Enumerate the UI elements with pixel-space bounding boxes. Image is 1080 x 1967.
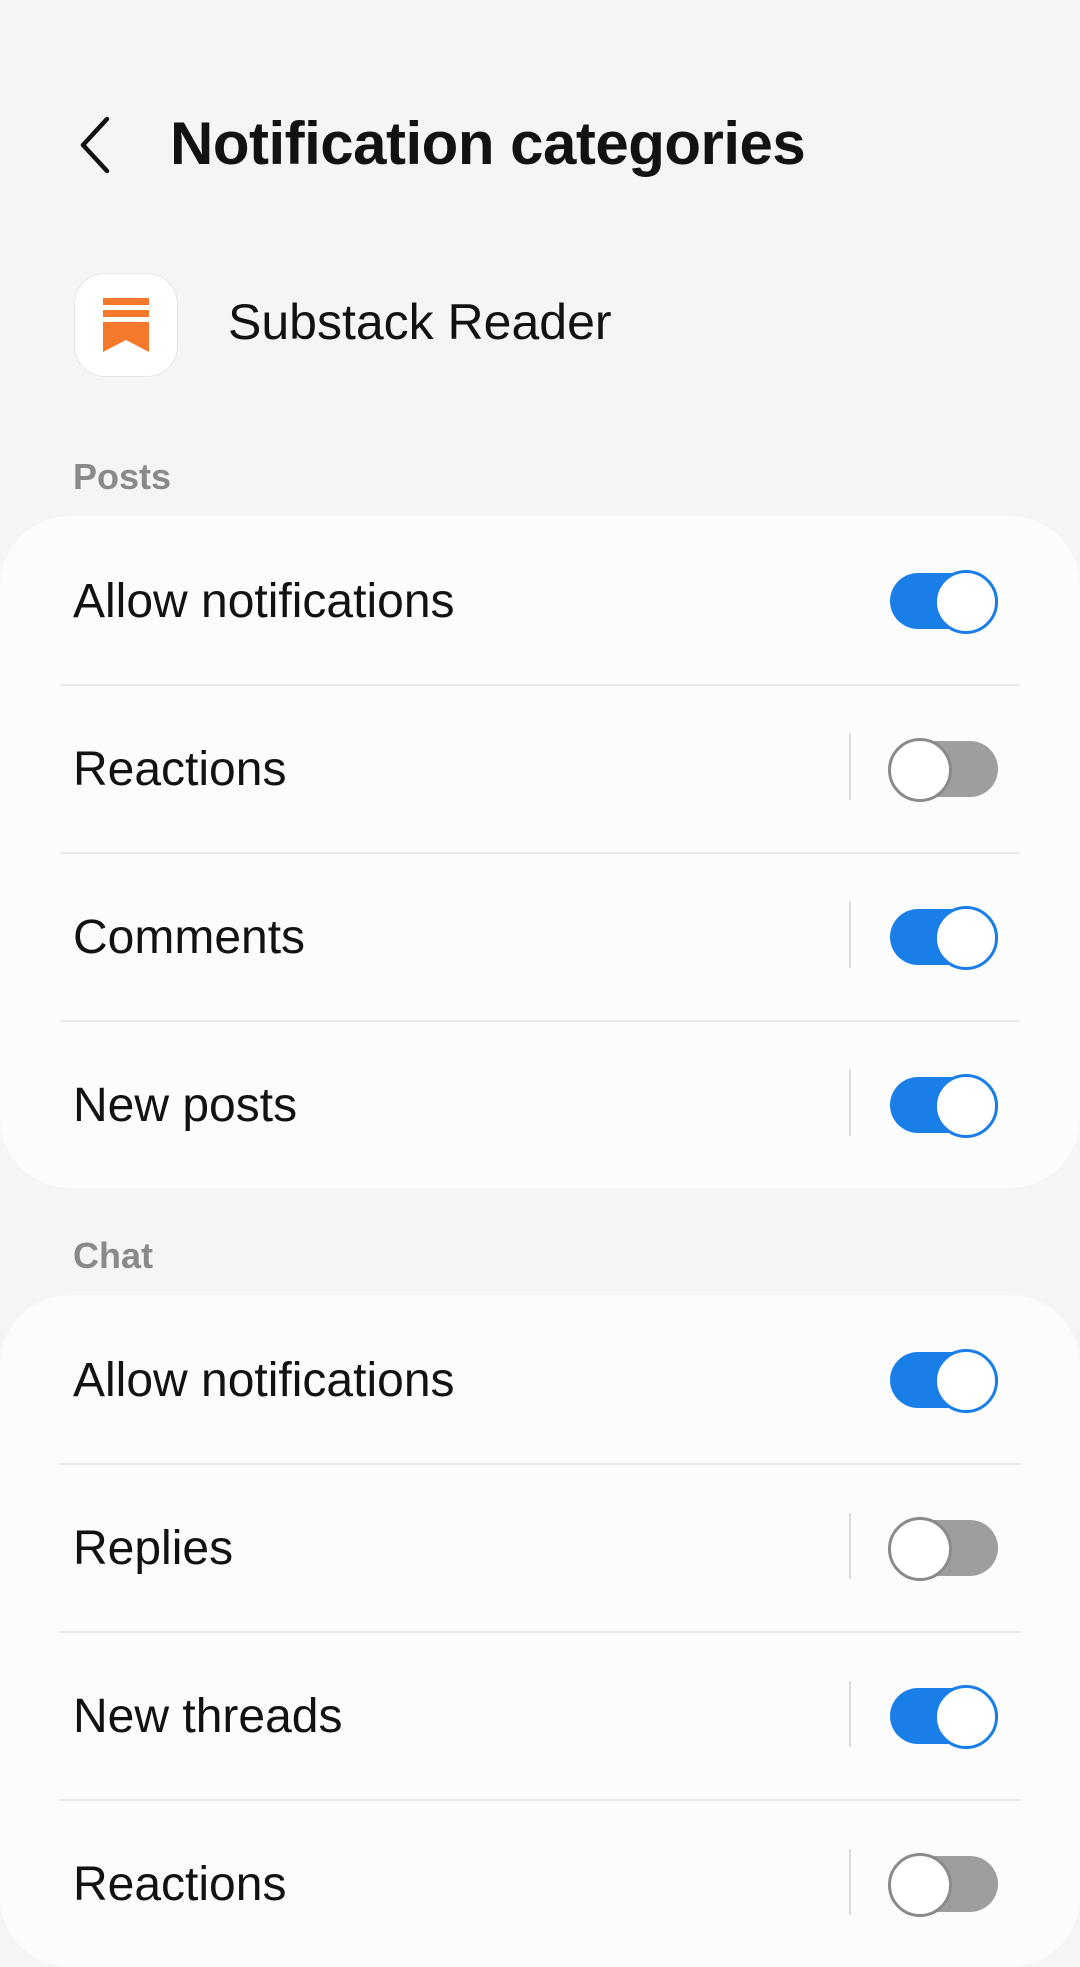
section-header-chat: Chat: [73, 1235, 153, 1276]
chat-allow-notifications-switch[interactable]: [888, 1349, 1000, 1413]
posts-allow-notifications-row[interactable]: Allow notifications: [0, 516, 1080, 684]
row-label: New posts: [73, 1079, 298, 1132]
back-button[interactable]: [60, 110, 130, 180]
app-info-row: Substack Reader: [0, 272, 1080, 378]
row-label: Reactions: [73, 1858, 287, 1911]
switch-thumb: [888, 738, 952, 802]
substack-bookmark-icon: [103, 298, 149, 352]
row-label: Reactions: [73, 743, 287, 796]
row-label: Comments: [73, 911, 306, 964]
posts-settings-card: Allow notifications Reactions Comments N…: [0, 516, 1080, 1188]
switch-thumb: [934, 1074, 998, 1138]
top-app-bar: Notification categories: [0, 90, 1080, 200]
row-label: New threads: [73, 1690, 343, 1743]
switch-thumb: [888, 1853, 952, 1917]
row-label: Allow notifications: [73, 1354, 455, 1407]
app-name: Substack Reader: [228, 294, 612, 350]
switch-thumb: [888, 1517, 952, 1581]
switch-thumb: [934, 1349, 998, 1413]
chevron-left-icon: [80, 116, 110, 174]
chat-replies-row[interactable]: Replies: [0, 1463, 1080, 1631]
vertical-divider: [849, 1681, 851, 1747]
posts-comments-switch[interactable]: [888, 906, 1000, 970]
chat-allow-notifications-row[interactable]: Allow notifications: [0, 1295, 1080, 1463]
row-label: Allow notifications: [73, 575, 455, 628]
vertical-divider: [849, 734, 851, 800]
vertical-divider: [849, 1513, 851, 1579]
posts-allow-notifications-switch[interactable]: [888, 570, 1000, 634]
switch-thumb: [934, 570, 998, 634]
posts-new-posts-row[interactable]: New posts: [0, 1020, 1080, 1188]
vertical-divider: [849, 902, 851, 968]
switch-thumb: [934, 906, 998, 970]
chat-settings-card: Allow notifications Replies New threads …: [0, 1295, 1080, 1967]
posts-reactions-row[interactable]: Reactions: [0, 684, 1080, 852]
chat-reactions-switch[interactable]: [888, 1853, 1000, 1917]
page-title: Notification categories: [170, 110, 806, 177]
posts-reactions-switch[interactable]: [888, 738, 1000, 802]
chat-replies-switch[interactable]: [888, 1517, 1000, 1581]
chat-new-threads-switch[interactable]: [888, 1685, 1000, 1749]
posts-new-posts-switch[interactable]: [888, 1074, 1000, 1138]
vertical-divider: [849, 1070, 851, 1136]
chat-new-threads-row[interactable]: New threads: [0, 1631, 1080, 1799]
section-header-posts: Posts: [73, 456, 172, 497]
posts-comments-row[interactable]: Comments: [0, 852, 1080, 1020]
substack-app-icon: [75, 274, 177, 376]
row-label: Replies: [73, 1522, 234, 1575]
vertical-divider: [849, 1849, 851, 1915]
chat-reactions-row[interactable]: Reactions: [0, 1799, 1080, 1967]
switch-thumb: [934, 1685, 998, 1749]
